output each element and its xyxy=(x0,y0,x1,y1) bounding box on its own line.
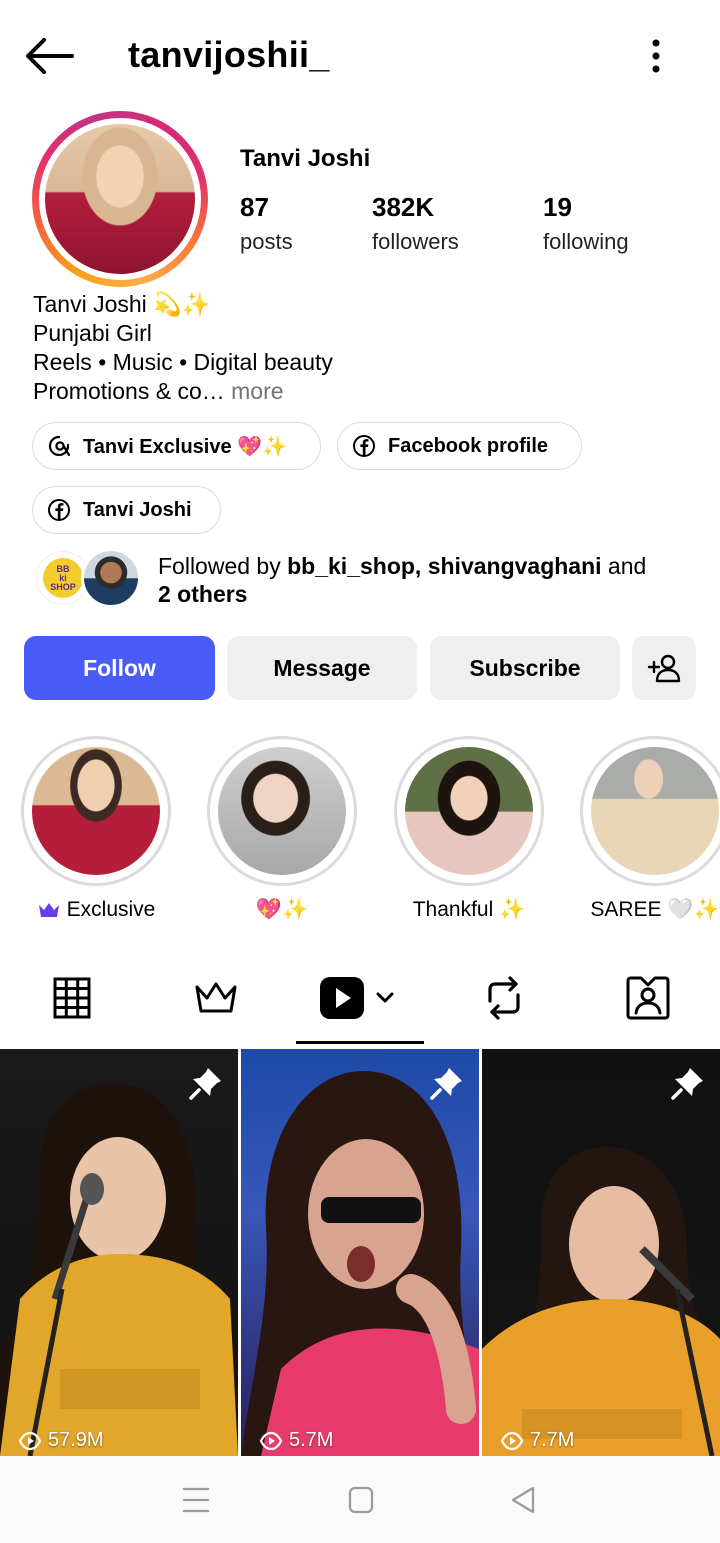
tab-posts-grid[interactable] xyxy=(0,968,144,1028)
posts-count[interactable]: 87 posts xyxy=(240,192,293,255)
highlight-saree[interactable]: SAREE 🤍✨ xyxy=(580,736,720,922)
reel-image xyxy=(0,1083,238,1456)
bio-line: Punjabi Girl xyxy=(33,320,152,346)
highlight-label: 💖✨ xyxy=(255,898,309,921)
view-count: 57.9M xyxy=(18,1429,104,1452)
message-button[interactable]: Message xyxy=(227,636,417,700)
reel-thumbnail[interactable]: 7.7M xyxy=(482,1049,720,1456)
repost-icon xyxy=(488,976,520,1020)
highlight-ring xyxy=(580,736,720,886)
followed-by-prefix: Followed by xyxy=(158,553,288,579)
highlight-label-row: SAREE 🤍✨ xyxy=(580,898,720,922)
grid-icon xyxy=(53,977,91,1019)
posts-value: 87 xyxy=(240,192,269,222)
view-count-value: 57.9M xyxy=(48,1429,104,1451)
followed-by-text[interactable]: Followed by bb_ki_shop, shivangvaghani a… xyxy=(158,552,698,608)
followed-by-names: bb_ki_shop, shivangvaghani xyxy=(287,553,602,579)
reel-image xyxy=(241,1070,479,1456)
highlight-exclusive[interactable]: Exclusive xyxy=(21,736,171,922)
highlight-label-row: Exclusive xyxy=(21,898,171,922)
highlight-hearts[interactable]: 💖✨ xyxy=(207,736,357,922)
tab-tagged[interactable] xyxy=(576,968,720,1028)
followers-label: followers xyxy=(372,229,459,254)
view-count-value: 5.7M xyxy=(289,1429,334,1451)
followers-count[interactable]: 382K followers xyxy=(372,192,459,255)
link-chip-facebook-page[interactable]: Tanvi Joshi xyxy=(32,486,221,534)
link-chip-threads[interactable]: Tanvi Exclusive 💖✨ xyxy=(32,422,321,470)
following-value: 19 xyxy=(543,192,572,222)
reel-image xyxy=(482,1146,720,1456)
highlight-cover xyxy=(32,747,160,875)
crown-icon xyxy=(195,982,237,1013)
highlight-cover xyxy=(591,747,719,875)
recent-apps-icon[interactable] xyxy=(176,1484,216,1516)
highlight-label: Exclusive xyxy=(66,898,156,921)
facebook-icon xyxy=(353,435,375,457)
profile-avatar[interactable] xyxy=(32,111,208,287)
view-count: 5.7M xyxy=(259,1429,333,1452)
highlight-ring xyxy=(207,736,357,886)
link-chip-label: Facebook profile xyxy=(388,434,549,457)
play-views-icon xyxy=(18,1431,42,1450)
reel-thumbnail[interactable]: 57.9M xyxy=(0,1049,238,1456)
highlight-ring xyxy=(21,736,171,886)
highlight-label-row: 💖✨ xyxy=(207,898,357,922)
system-navigation-bar xyxy=(0,1456,720,1543)
bio-line: Promotions & co… more xyxy=(33,377,333,406)
following-count[interactable]: 19 following xyxy=(543,192,629,255)
subscribe-button[interactable]: Subscribe xyxy=(430,636,620,700)
highlight-ring xyxy=(394,736,544,886)
link-chip-label: Tanvi Exclusive 💖✨ xyxy=(83,435,287,458)
avatar xyxy=(81,548,141,608)
highlight-cover xyxy=(218,747,346,875)
highlight-cover xyxy=(405,747,533,875)
profile-handle: tanvijoshii_ xyxy=(128,34,330,75)
bb-ki-shop-logo: BB ki SHOP xyxy=(43,558,83,598)
reels-icon xyxy=(320,977,394,1019)
view-count-value: 7.7M xyxy=(530,1429,575,1451)
threads-icon xyxy=(48,435,71,457)
suggested-people-button[interactable] xyxy=(632,636,696,700)
pin-icon xyxy=(671,1068,703,1100)
add-person-icon xyxy=(647,654,681,683)
bio-truncated-text: Promotions & co… xyxy=(33,378,225,404)
view-count: 7.7M xyxy=(500,1429,574,1452)
tagged-icon xyxy=(626,976,670,1020)
pin-icon xyxy=(189,1068,221,1100)
tab-reposts[interactable] xyxy=(432,968,576,1028)
back-arrow-icon[interactable] xyxy=(22,36,74,76)
highlight-label: SAREE 🤍✨ xyxy=(590,898,720,921)
active-tab-indicator xyxy=(296,1041,424,1044)
bio-line: Tanvi Joshi 💫✨ xyxy=(33,291,211,317)
avatar-photo xyxy=(45,124,195,274)
tab-reels[interactable] xyxy=(288,968,432,1028)
crown-icon xyxy=(38,903,59,917)
following-label: following xyxy=(543,229,629,254)
highlight-label: Thankful ✨ xyxy=(412,898,526,921)
bio-line: Reels • Music • Digital beauty xyxy=(33,349,333,375)
reel-thumbnail[interactable]: 5.7M xyxy=(241,1049,479,1456)
followed-by-others: 2 others xyxy=(158,581,248,607)
follow-button[interactable]: Follow xyxy=(24,636,215,700)
followers-value: 382K xyxy=(372,192,435,222)
home-icon[interactable] xyxy=(341,1484,381,1516)
system-back-icon[interactable] xyxy=(503,1484,543,1516)
posts-label: posts xyxy=(240,229,293,254)
mutual-followers-avatars[interactable]: BB ki SHOP xyxy=(33,548,141,610)
pin-icon xyxy=(430,1068,462,1100)
link-chip-facebook-profile[interactable]: Facebook profile xyxy=(337,422,582,470)
play-views-icon xyxy=(259,1431,283,1450)
link-chip-label: Tanvi Joshi xyxy=(83,498,192,521)
play-views-icon xyxy=(500,1431,524,1450)
more-options-icon[interactable] xyxy=(640,38,672,74)
profile-bio: Tanvi Joshi 💫✨ Punjabi Girl Reels • Musi… xyxy=(33,290,333,406)
highlight-label-row: Thankful ✨ xyxy=(394,898,544,922)
tab-subscriptions[interactable] xyxy=(144,968,288,1028)
facebook-icon xyxy=(48,499,70,521)
bio-more-link[interactable]: more xyxy=(225,378,283,404)
highlight-thankful[interactable]: Thankful ✨ xyxy=(394,736,544,922)
display-name: Tanvi Joshi xyxy=(240,145,371,172)
followed-by-and: and xyxy=(601,553,647,579)
